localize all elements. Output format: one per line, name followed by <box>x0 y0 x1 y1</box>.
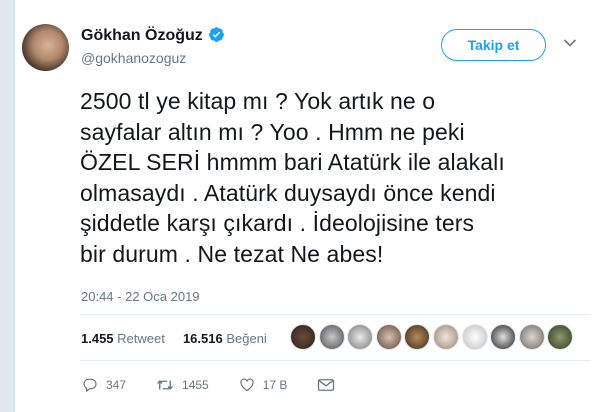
heart-icon <box>240 378 254 392</box>
author-name[interactable]: Gökhan Özoğuz <box>81 26 225 46</box>
retweet-action[interactable]: 1455 <box>156 377 209 393</box>
like-stat-label: Beğeni <box>226 331 267 346</box>
left-margin-accent <box>13 0 15 412</box>
liker-avatar[interactable] <box>318 324 345 350</box>
liker-avatar[interactable] <box>547 324 574 350</box>
liker-avatar[interactable] <box>432 324 459 350</box>
reply-count: 347 <box>106 378 127 392</box>
divider-bottom <box>80 360 590 361</box>
left-margin-bar <box>0 0 13 412</box>
like-action[interactable]: 17 B <box>239 377 288 393</box>
liker-avatar[interactable] <box>290 324 316 350</box>
tweet-actions: 347 1455 17 B <box>82 375 373 395</box>
author-handle[interactable]: @gokhanozoguz <box>81 49 186 67</box>
liker-avatar[interactable] <box>461 324 488 350</box>
author-display-name[interactable]: Gökhan Özoğuz <box>81 27 203 44</box>
like-count: 17 B <box>262 378 288 392</box>
divider-top <box>80 314 590 315</box>
liker-avatar[interactable] <box>404 324 431 350</box>
liker-avatar[interactable] <box>375 324 402 350</box>
envelope-icon <box>318 379 335 391</box>
tweet-stats: 1.455 Retweet 16.516 Beğeni <box>81 331 267 346</box>
liker-avatar[interactable] <box>490 324 517 350</box>
liker-avatar[interactable] <box>518 324 545 350</box>
tweet-text: 2500 tl ye kitap mı ? Yok artık ne o say… <box>80 88 505 267</box>
avatar[interactable] <box>22 24 69 71</box>
tweet-timestamp[interactable]: 20:44 - 22 Oca 2019 <box>81 289 200 304</box>
verified-badge-icon <box>208 27 224 42</box>
reply-icon <box>83 378 97 393</box>
liker-avatars <box>290 324 576 354</box>
direct-message-action[interactable] <box>317 378 343 392</box>
follow-button[interactable]: Takip et <box>441 29 546 61</box>
like-stat-count: 16.516 <box>182 331 223 346</box>
liker-avatar[interactable] <box>347 324 374 350</box>
chevron-down-icon[interactable] <box>563 38 577 48</box>
like-stat[interactable]: 16.516 Beğeni <box>183 331 267 346</box>
retweet-stat[interactable]: 1.455 Retweet <box>81 331 165 346</box>
retweet-stat-count: 1.455 <box>81 331 114 346</box>
retweet-icon <box>157 380 174 390</box>
reply-action[interactable]: 347 <box>82 377 126 393</box>
retweet-stat-label: Retweet <box>117 331 165 346</box>
retweet-count: 1455 <box>182 378 209 392</box>
